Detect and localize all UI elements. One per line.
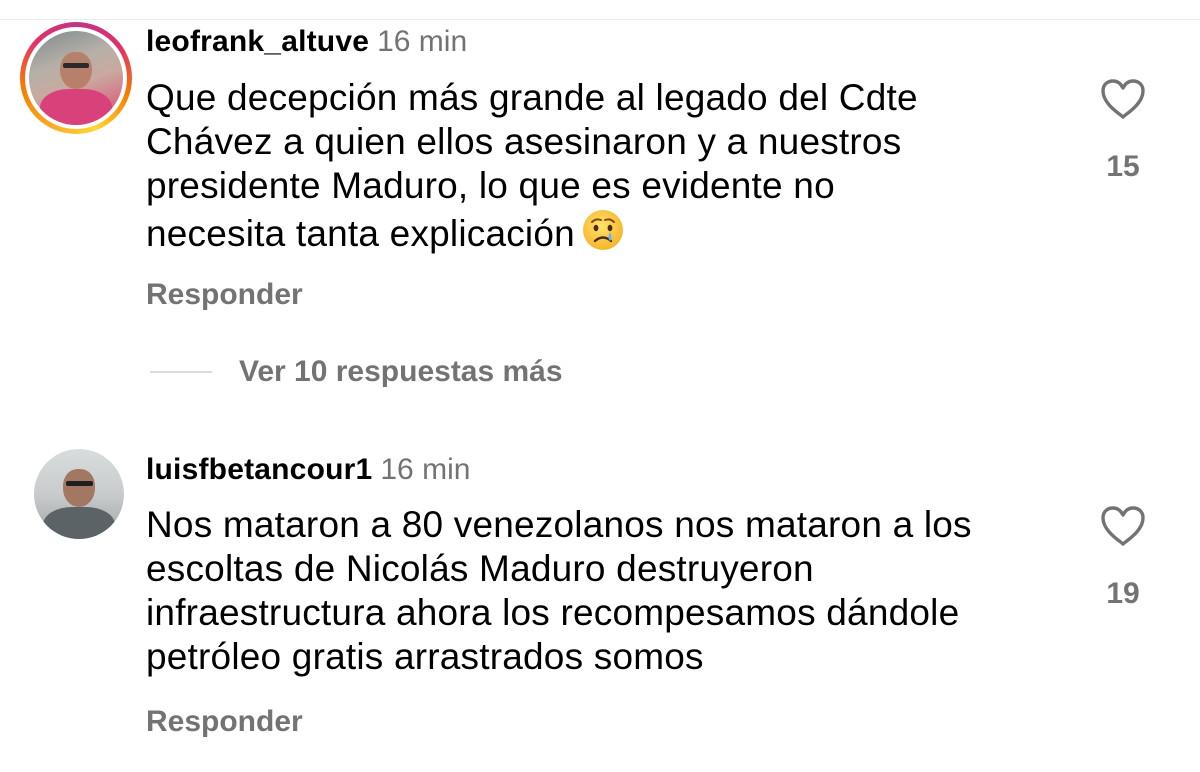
view-more-replies-button[interactable]: Ver 10 respuestas más: [150, 352, 563, 392]
comment-line: infraestructura ahora los recompesamos d…: [146, 592, 960, 633]
comment-username[interactable]: leofrank_altuve: [146, 25, 369, 58]
comment-username[interactable]: luisfbetancour1: [146, 453, 372, 486]
comments-panel: leofrank_altuve 16 min Que decepción más …: [0, 0, 1200, 772]
comment-text: Nos mataron a 80 venezolanos nos mataron…: [146, 503, 1046, 679]
comment-line-last: necesita tanta explicación: [146, 208, 1046, 256]
comment-header: luisfbetancour1 16 min: [146, 452, 470, 488]
comment-line: escoltas de Nicolás Maduro destruyeron: [146, 548, 814, 589]
avatar-story-ring[interactable]: [20, 22, 132, 134]
reply-button[interactable]: Responder: [146, 704, 303, 740]
like-count: 19: [1106, 577, 1140, 610]
reply-button[interactable]: Responder: [146, 277, 303, 313]
top-divider: [0, 19, 1200, 20]
heart-icon: [1101, 506, 1145, 546]
comment-text: Que decepción más grande al legado del C…: [146, 76, 1046, 256]
like-button[interactable]: [1093, 505, 1153, 552]
comment-line: Que decepción más grande al legado del C…: [146, 77, 918, 118]
like-button[interactable]: [1093, 78, 1153, 125]
comment-line: necesita tanta explicación: [146, 213, 575, 254]
avatar-image: [34, 449, 124, 539]
view-more-replies-label: Ver 10 respuestas más: [239, 355, 563, 388]
comment-timestamp: 16 min: [380, 453, 471, 486]
comment-line: presidente Maduro, lo que es evidente no: [146, 165, 835, 206]
like-count: 15: [1106, 150, 1140, 183]
avatar[interactable]: [34, 449, 124, 539]
replies-dash-divider: [150, 371, 212, 373]
comment-timestamp: 16 min: [377, 25, 468, 58]
crying-face-icon: [582, 210, 623, 250]
comment-line: Nos mataron a 80 venezolanos nos mataron…: [146, 504, 972, 545]
comment-line: Chávez a quien ellos asesinaron y a nues…: [146, 121, 902, 162]
comment-header: leofrank_altuve 16 min: [146, 24, 467, 60]
avatar: [29, 31, 123, 125]
comment-line: petróleo gratis arrastrados somos: [146, 636, 704, 677]
heart-icon: [1101, 79, 1145, 119]
